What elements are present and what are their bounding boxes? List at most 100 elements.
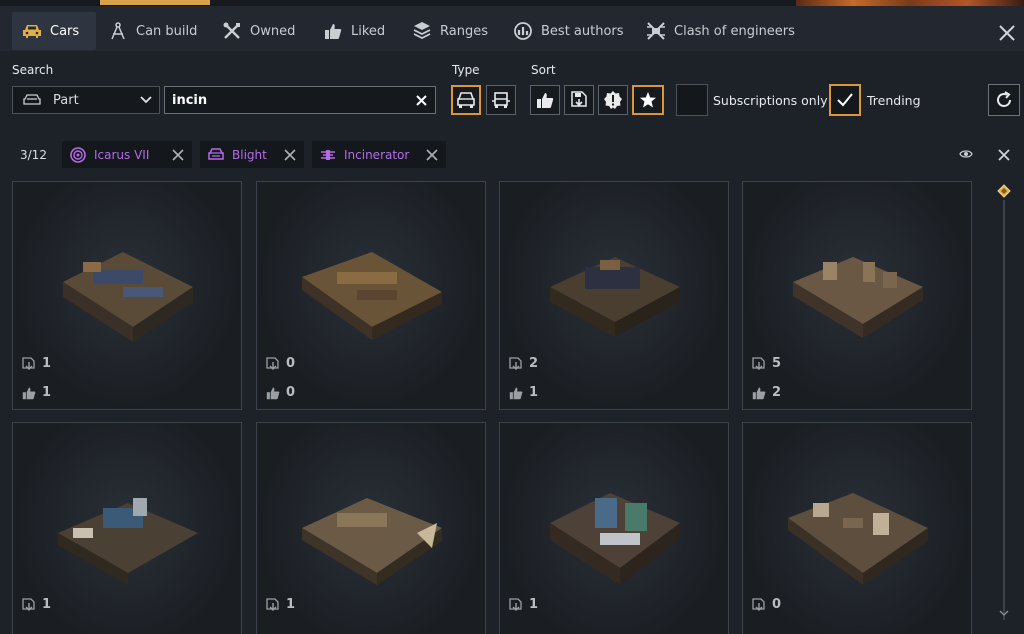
chip-label: Icarus VII — [94, 147, 150, 162]
vehicle-card[interactable]: 5 2 — [742, 181, 972, 410]
tab-bar: Cars Can build Owned Liked Ranges Best a… — [0, 6, 1024, 51]
type-vehicle-button[interactable] — [486, 85, 516, 115]
likes-count: 1 — [42, 385, 52, 400]
vehicle-card[interactable]: 1 1 — [12, 181, 242, 410]
sort-new-button[interactable] — [598, 85, 628, 115]
thumbs-up-icon — [266, 386, 280, 400]
vehicle-thumbnail — [793, 257, 923, 338]
search-input[interactable] — [165, 91, 414, 109]
downloads-count: 5 — [772, 356, 782, 371]
downloads-stat: 0 — [266, 356, 295, 371]
download-icon — [266, 597, 280, 612]
remove-chip-icon[interactable] — [424, 147, 440, 163]
download-icon — [266, 356, 280, 371]
downloads-stat: 1 — [22, 597, 51, 612]
search-label: Search — [12, 63, 54, 77]
tab-label: Liked — [351, 23, 386, 39]
select-value: Part — [53, 92, 79, 108]
thumbs-up-icon — [752, 386, 766, 400]
vehicle-card[interactable]: 1 — [12, 422, 242, 634]
download-icon — [509, 356, 523, 371]
filter-chip-icarus: Icarus VII — [62, 141, 192, 168]
vehicle-thumbnail — [788, 493, 928, 585]
tab-best-authors[interactable]: Best authors — [513, 12, 624, 50]
scrollbar[interactable] — [994, 174, 1016, 629]
compass-icon — [108, 21, 128, 41]
type-car-button[interactable] — [451, 85, 481, 115]
top-accent-bar — [100, 0, 210, 5]
sort-featured-button[interactable] — [632, 85, 664, 115]
download-icon — [752, 356, 766, 371]
filter-count: 3/12 — [20, 148, 47, 162]
ranges-icon — [412, 21, 432, 41]
scroll-down-icon[interactable] — [999, 609, 1009, 617]
download-icon — [22, 597, 36, 612]
eye-icon[interactable] — [959, 149, 973, 159]
vehicle-card[interactable]: 1 — [499, 422, 729, 634]
tab-liked[interactable]: Liked — [323, 12, 385, 50]
downloads-stat: 1 — [266, 597, 295, 612]
downloads-count: 1 — [529, 597, 539, 612]
refresh-button[interactable] — [988, 84, 1020, 116]
vehicle-card[interactable]: 0 0 — [256, 181, 486, 410]
thumbs-up-icon — [323, 21, 343, 41]
tab-label: Owned — [250, 23, 296, 39]
star-icon — [639, 91, 657, 109]
car-icon — [22, 21, 42, 41]
vehicle-card[interactable]: 0 — [742, 422, 972, 634]
sort-likes-button[interactable] — [530, 85, 560, 115]
tab-ranges[interactable]: Ranges — [412, 12, 488, 50]
likes-stat: 1 — [509, 385, 538, 400]
type-label: Type — [452, 63, 480, 77]
tab-label: Clash of engineers — [674, 23, 795, 39]
clear-search-icon[interactable] — [416, 95, 427, 106]
downloads-count: 0 — [772, 597, 782, 612]
downloads-count: 2 — [529, 356, 539, 371]
tab-cars[interactable]: Cars — [12, 12, 96, 50]
vehicle-front-icon — [491, 91, 511, 109]
downloads-stat: 1 — [22, 356, 51, 371]
car-front-icon — [456, 91, 476, 109]
downloads-count: 1 — [286, 597, 296, 612]
tab-label: Best authors — [541, 23, 624, 39]
vehicle-card[interactable]: 2 1 — [499, 181, 729, 410]
downloads-stat: 5 — [752, 356, 781, 371]
download-icon — [570, 91, 588, 109]
vehicle-card[interactable]: 1 — [256, 422, 486, 634]
vehicle-thumbnail — [302, 252, 442, 340]
thumbs-up-icon — [22, 386, 36, 400]
car-outline-icon — [23, 94, 41, 106]
scroll-thumb-diamond-icon[interactable] — [997, 184, 1011, 198]
downloads-count: 1 — [42, 597, 52, 612]
remove-chip-icon[interactable] — [282, 147, 298, 163]
medal-icon — [513, 21, 533, 41]
likes-count: 2 — [772, 385, 782, 400]
close-icon[interactable] — [998, 24, 1016, 42]
tab-clash-of-engineers[interactable]: Clash of engineers — [646, 12, 795, 50]
likes-count: 0 — [286, 385, 296, 400]
likes-stat: 0 — [266, 385, 295, 400]
download-icon — [22, 356, 36, 371]
chip-label: Blight — [232, 147, 267, 162]
download-icon — [509, 597, 523, 612]
vehicle-thumbnail — [302, 498, 442, 585]
vehicle-thumbnail — [550, 257, 680, 337]
tab-label: Cars — [50, 23, 80, 39]
sort-label: Sort — [531, 63, 556, 77]
tab-owned[interactable]: Owned — [222, 12, 295, 50]
sort-downloads-button[interactable] — [564, 85, 594, 115]
trending-checkbox[interactable] — [829, 84, 861, 116]
downloads-stat: 2 — [509, 356, 538, 371]
tab-can-build[interactable]: Can build — [108, 12, 197, 50]
tab-label: Can build — [136, 23, 198, 39]
tab-label: Ranges — [440, 23, 488, 39]
checkmark-icon — [836, 92, 854, 108]
part-select[interactable]: Part — [12, 86, 160, 114]
subscriptions-only-checkbox[interactable] — [676, 84, 708, 116]
clear-filters-icon[interactable] — [998, 149, 1010, 161]
incinerator-icon — [320, 147, 336, 163]
subscriptions-only-label: Subscriptions only — [713, 93, 828, 108]
filter-chip-incinerator: Incinerator — [312, 141, 446, 168]
vehicle-thumbnail — [58, 498, 198, 585]
remove-chip-icon[interactable] — [170, 147, 186, 163]
